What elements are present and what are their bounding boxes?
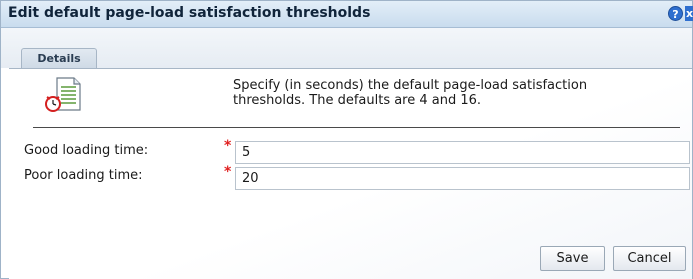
good-loading-time-input[interactable]	[235, 141, 690, 164]
section-divider	[33, 127, 680, 128]
tab-details[interactable]: Details	[21, 48, 97, 68]
close-icon[interactable]: x	[685, 6, 693, 21]
document-clock-icon	[45, 77, 81, 112]
poor-loading-time-input[interactable]	[235, 167, 690, 190]
edit-thresholds-dialog: Edit default page-load satisfaction thre…	[0, 0, 693, 279]
required-marker: *	[224, 164, 232, 180]
poor-loading-time-label: Poor loading time:	[24, 168, 143, 183]
dialog-title: Edit default page-load satisfaction thre…	[8, 5, 371, 21]
good-loading-time-label: Good loading time:	[24, 143, 149, 158]
save-button[interactable]: Save	[540, 246, 605, 271]
cancel-button[interactable]: Cancel	[613, 246, 686, 271]
tab-strip: Details	[1, 28, 692, 68]
dialog-titlebar: Edit default page-load satisfaction thre…	[1, 1, 693, 28]
required-marker: *	[224, 138, 232, 154]
help-icon[interactable]: ?	[668, 6, 683, 21]
description-text: Specify (in seconds) the default page-lo…	[233, 78, 588, 108]
